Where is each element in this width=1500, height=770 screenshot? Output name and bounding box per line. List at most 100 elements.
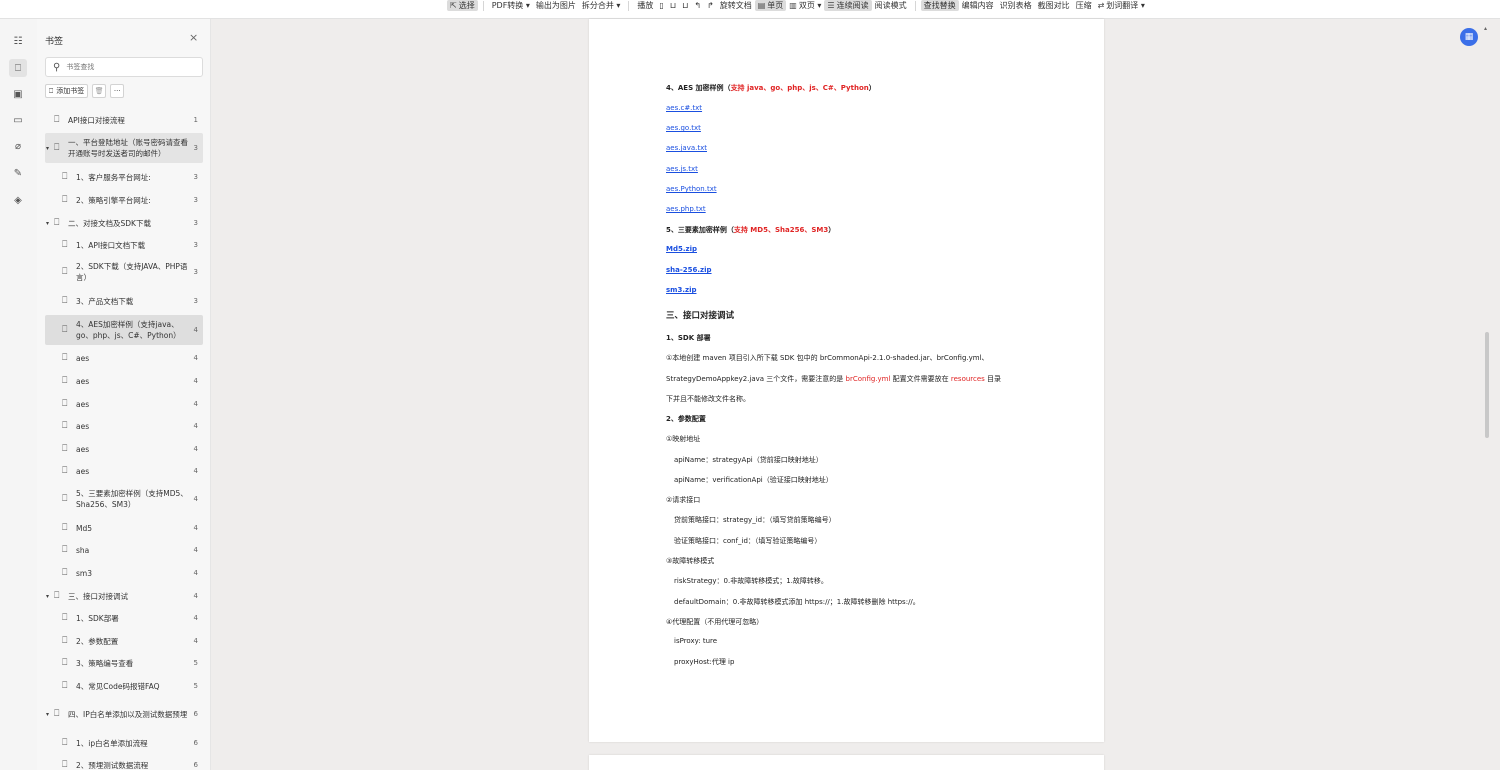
bookmark-item[interactable]: ⎕ API接口对接流程 1 <box>45 111 203 129</box>
bookmark-item[interactable]: ▾ ⎕ 一、平台登陆地址（账号密码请查看开通账号时发送者司的邮件） 3 <box>45 133 203 163</box>
fit-page-icon[interactable]: ▯ <box>656 0 666 11</box>
paragraph-line: riskStrategy：0.非故障转移模式；1.故障转移。 <box>674 577 828 585</box>
bookmark-item[interactable]: ⎕ 2、SDK下载（支持JAVA、PHP语言） 3 <box>45 259 203 285</box>
bookmark-flag-icon: ⎕ <box>62 353 68 363</box>
panel-title: 书签 <box>45 37 64 47</box>
close-icon[interactable]: × <box>189 31 198 44</box>
bookmark-item[interactable]: ⎕ 3、产品文档下载 3 <box>45 293 203 309</box>
bookmark-item[interactable]: ⎕ 2、策略引擎平台网址: 3 <box>45 192 203 208</box>
reading-mode-button[interactable]: 阅读模式 <box>872 0 910 11</box>
bookmark-item[interactable]: ⎕ aes 4 <box>45 463 203 479</box>
paragraph-line: ①映射地址 <box>666 435 701 443</box>
bookmark-item[interactable]: ▾ ⎕ 四、IP白名单添加以及测试数据预埋 6 <box>45 700 203 728</box>
thumbnail-icon[interactable]: ▣ <box>9 85 27 103</box>
layers-icon[interactable]: ◈ <box>9 191 27 209</box>
more-options-button[interactable]: ··· <box>110 84 125 98</box>
select-tool-button[interactable]: ⇱ 选择 <box>447 0 478 11</box>
vertical-scrollbar[interactable] <box>1485 332 1489 438</box>
outline-icon[interactable]: ☷ <box>9 32 27 50</box>
bookmark-item[interactable]: ▾ ⎕ 三、接口对接调试 4 <box>45 588 203 604</box>
file-link[interactable]: aes.Python.txt <box>666 185 717 193</box>
file-link[interactable]: aes.js.txt <box>666 165 698 173</box>
pdf-convert-button[interactable]: PDF转换 ▾ <box>489 0 533 11</box>
document-viewport[interactable]: 4、AES 加密样例（支持 java、go、php、js、C#、Python） … <box>211 19 1500 770</box>
three-factor-heading: 5、三要素加密样例（支持 MD5、Sha256、SM3） <box>666 226 836 234</box>
play-button[interactable]: 播放 <box>634 0 656 11</box>
chevron-down-icon[interactable]: ▾ <box>46 711 49 718</box>
file-link[interactable]: aes.go.txt <box>666 124 701 132</box>
paragraph-line: 贷前策略接口：strategy_id：（填写贷前策略编号） <box>674 516 836 524</box>
rotate-right-icon[interactable]: ↱ <box>704 0 717 11</box>
bookmark-item[interactable]: ⎕ 1、API接口文档下载 3 <box>45 237 203 253</box>
delete-bookmark-button[interactable]: 🗑 <box>92 84 107 98</box>
bookmark-item[interactable]: ⎕ 2、预埋测试数据流程 6 <box>45 757 203 770</box>
edit-content-button[interactable]: 编辑内容 <box>959 0 997 11</box>
bookmark-item[interactable]: ⎕ aes 4 <box>45 350 203 366</box>
paragraph-line: 验证策略接口：conf_id：（填写验证策略编号） <box>674 537 822 545</box>
chevron-down-icon[interactable]: ▾ <box>46 145 49 152</box>
bookmark-item[interactable]: ⎕ aes 4 <box>45 418 203 434</box>
file-link[interactable]: aes.c#.txt <box>666 104 702 112</box>
file-link[interactable]: sm3.zip <box>666 286 696 294</box>
actual-size-icon[interactable]: ⊔ <box>679 0 691 11</box>
split-merge-button[interactable]: 拆分合并 ▾ <box>579 0 624 11</box>
find-replace-button[interactable]: 查找替换 <box>920 0 959 11</box>
chevron-down-icon[interactable]: ▾ <box>46 220 49 227</box>
bookmark-flag-icon: ⎕ <box>54 218 60 228</box>
cursor-icon: ⇱ <box>450 1 457 10</box>
double-page-button[interactable]: ▥ 双页 ▾ <box>786 0 824 11</box>
paragraph-line: ②请求接口 <box>666 496 701 504</box>
bookmark-item[interactable]: ⎕ Md5 4 <box>45 520 203 536</box>
paragraph-line: defaultDomain：0.非故障转移模式添加 https://；1.故障转… <box>674 598 920 606</box>
add-bookmark-button[interactable]: ⎕ 添加书签 <box>45 84 89 98</box>
bookmark-flag-icon: ⎕ <box>62 681 68 691</box>
bookmark-item[interactable]: ⎕ aes 4 <box>45 396 203 412</box>
next-document-page <box>589 755 1104 770</box>
translate-button[interactable]: ⇄ 划词翻译 ▾ <box>1095 0 1148 11</box>
comment-icon[interactable]: ▭ <box>9 111 27 129</box>
rotate-left-icon[interactable]: ↰ <box>691 0 704 11</box>
bookmark-item[interactable]: ⎕ 2、参数配置 4 <box>45 633 203 649</box>
fit-width-icon[interactable]: ⊔ <box>667 0 679 11</box>
bookmark-item[interactable]: ⎕ sha 4 <box>45 542 203 558</box>
bookmark-flag-icon: ⎕ <box>62 613 68 623</box>
continuous-read-button[interactable]: ☰ 连续阅读 <box>824 0 872 11</box>
export-image-button[interactable]: 输出为图片 <box>533 0 579 11</box>
bookmark-item[interactable]: ⎕ 4、常见Code码报错FAQ 5 <box>45 678 203 694</box>
bookmark-item[interactable]: ⎕ aes 4 <box>45 373 203 389</box>
bookmark-item[interactable]: ▾ ⎕ 二、对接文档及SDK下载 3 <box>45 215 203 231</box>
bookmark-search-input[interactable] <box>66 63 187 71</box>
bookmark-flag-icon: ⎕ <box>62 568 68 578</box>
bookmark-item[interactable]: ⎕ 1、SDK部署 4 <box>45 610 203 626</box>
translate-icon: ⇄ <box>1097 1 1105 10</box>
bookmark-flag-icon: ⎕ <box>62 523 68 533</box>
bookmark-item-selected[interactable]: ⎕ 4、AES加密样例（支持java、go、php、js、C#、Python） 4 <box>45 315 203 345</box>
compress-button[interactable]: 压缩 <box>1073 0 1095 11</box>
bookmark-flag-icon: ⎕ <box>62 296 68 306</box>
bookmark-search[interactable]: ⚲ <box>45 57 203 77</box>
bookmark-item[interactable]: ⎕ aes 4 <box>45 441 203 457</box>
paragraph-line: 下并且不能修改文件名称。 <box>666 395 750 403</box>
bookmark-flag-icon: ⎕ <box>54 591 60 601</box>
bookmark-item[interactable]: ⎕ sm3 4 <box>45 565 203 581</box>
bookmark-icon[interactable]: ⎕ <box>9 59 27 77</box>
file-link[interactable]: aes.java.txt <box>666 144 707 152</box>
file-link[interactable]: sha-256.zip <box>666 266 712 274</box>
chevron-down-icon[interactable]: ▾ <box>46 593 49 600</box>
paragraph-line: apiName：strategyApi（贷前接口映射地址） <box>674 456 823 464</box>
chevron-up-icon[interactable]: ▴ <box>1484 25 1487 32</box>
file-link[interactable]: Md5.zip <box>666 245 697 253</box>
single-page-button[interactable]: ▤ 单页 <box>754 0 787 11</box>
bookmark-item[interactable]: ⎕ 1、ip白名单添加流程 6 <box>45 735 203 751</box>
screenshot-compare-button[interactable]: 截图对比 <box>1035 0 1073 11</box>
recognize-table-button[interactable]: 识别表格 <box>997 0 1035 11</box>
floating-tool-icon[interactable]: ▦ <box>1460 28 1478 46</box>
bookmark-item[interactable]: ⎕ 3、策略编号查看 5 <box>45 655 203 671</box>
signature-icon[interactable]: ✎ <box>9 164 27 182</box>
attachment-icon[interactable]: ⌀ <box>9 137 27 155</box>
bookmark-item[interactable]: ⎕ 1、客户服务平台网址: 3 <box>45 169 203 185</box>
rotate-doc-button[interactable]: 旋转文档 <box>717 0 755 11</box>
bookmark-panel: 书签 × ⚲ ⎕添加书签 🗑 ··· ⎕API接口对接流程1 ▾⎕一、平台登陆地… <box>37 19 211 770</box>
file-link[interactable]: aes.php.txt <box>666 205 706 213</box>
bookmark-item[interactable]: ⎕ 5、三要素加密样例（支持MD5、Sha256、SM3） 4 <box>45 486 203 512</box>
